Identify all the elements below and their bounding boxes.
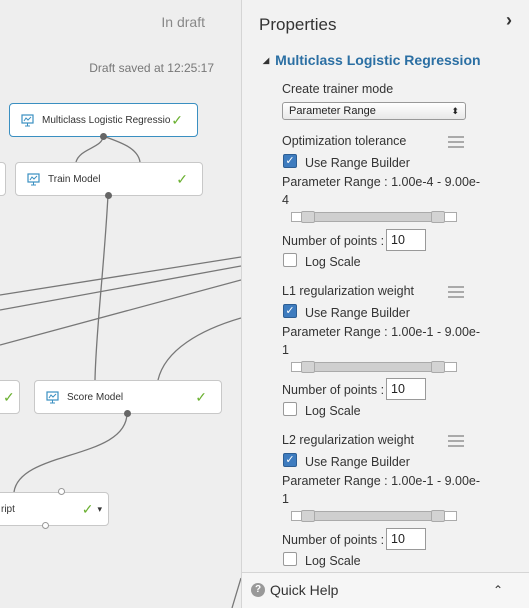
module-icon — [45, 390, 59, 404]
parameter-range-text-cont: 4 — [282, 193, 289, 207]
chevron-up-icon[interactable]: ⌃ — [493, 583, 503, 597]
module-label: Score Model — [67, 391, 124, 403]
question-circle-icon: ? — [251, 583, 265, 597]
slider-min-handle[interactable] — [301, 361, 315, 373]
output-port[interactable] — [42, 522, 49, 529]
status-check-icon: ✓ — [81, 500, 94, 517]
number-of-points-input[interactable]: 10 — [386, 378, 426, 400]
output-port[interactable] — [105, 192, 112, 199]
number-of-points-label: Number of points : — [282, 383, 385, 397]
status-check-icon: ✓ — [3, 388, 15, 405]
hamburger-menu-icon[interactable] — [448, 286, 464, 298]
slider-min-handle[interactable] — [301, 211, 315, 223]
input-port[interactable] — [58, 488, 65, 495]
module-icon — [20, 113, 34, 127]
number-of-points-input[interactable]: 10 — [386, 229, 426, 251]
parameter-range-text-cont: 1 — [282, 343, 289, 357]
slider-min-handle[interactable] — [301, 510, 315, 522]
use-range-builder-label: Use Range Builder — [305, 455, 410, 469]
section-title-l2-regularization: L2 regularization weight — [282, 433, 415, 447]
range-slider[interactable] — [291, 211, 457, 223]
module-partial-left-bottom[interactable]: ✓ — [0, 380, 20, 414]
panel-title: Properties — [259, 15, 337, 34]
log-scale-checkbox[interactable] — [283, 402, 297, 416]
module-train-model[interactable]: Train Model ✓ — [15, 162, 203, 196]
parameter-range-text: Parameter Range : 1.00e-1 - 9.00e- — [282, 474, 481, 488]
draft-saved-timestamp: Draft saved at 12:25:17 — [89, 61, 214, 75]
use-range-builder-checkbox[interactable]: ✓ — [283, 453, 297, 467]
draft-status: In draft — [161, 14, 205, 30]
log-scale-label: Log Scale — [305, 404, 361, 418]
module-partial-left-top[interactable] — [0, 162, 6, 196]
number-of-points-label: Number of points : — [282, 533, 385, 547]
quick-help-bar[interactable]: ? Quick Help ⌃ — [241, 572, 529, 608]
use-range-builder-checkbox[interactable]: ✓ — [283, 154, 297, 168]
output-port[interactable] — [124, 410, 131, 417]
module-score-model[interactable]: Score Model ✓ — [34, 380, 222, 414]
status-check-icon: ✓ — [195, 388, 207, 405]
log-scale-checkbox[interactable] — [283, 253, 297, 267]
parameter-range-text-cont: 1 — [282, 492, 289, 506]
slider-max-handle[interactable] — [431, 211, 445, 223]
module-multiclass-logistic-regression[interactable]: Multiclass Logistic Regression ✓ — [9, 103, 198, 137]
number-of-points-label: Number of points : — [282, 234, 385, 248]
module-label: Multiclass Logistic Regression — [42, 114, 172, 126]
triangle-down-icon: ◢ — [263, 55, 270, 65]
slider-max-handle[interactable] — [431, 510, 445, 522]
number-of-points-input[interactable]: 10 — [386, 528, 426, 550]
properties-panel: Properties › ◢ Multiclass Logistic Regre… — [241, 0, 529, 572]
module-label: ript — [1, 503, 15, 515]
hamburger-menu-icon[interactable] — [448, 136, 464, 148]
status-check-icon: ✓ — [171, 111, 183, 128]
status-check-icon: ✓ — [176, 170, 188, 187]
log-scale-checkbox[interactable] — [283, 552, 297, 566]
module-script[interactable]: ript ✓ ▾ — [0, 492, 109, 526]
module-section-header[interactable]: ◢ Multiclass Logistic Regression — [263, 52, 481, 68]
quick-help-label: Quick Help — [270, 582, 339, 598]
use-range-builder-label: Use Range Builder — [305, 156, 410, 170]
updown-arrows-icon: ⬍ — [451, 106, 459, 116]
log-scale-label: Log Scale — [305, 554, 361, 568]
output-port[interactable] — [100, 133, 107, 140]
use-range-builder-checkbox[interactable]: ✓ — [283, 304, 297, 318]
module-icon — [26, 172, 40, 186]
trainer-mode-value: Parameter Range — [289, 105, 376, 117]
experiment-canvas[interactable]: In draft Draft saved at 12:25:17 Multicl… — [0, 0, 241, 608]
log-scale-label: Log Scale — [305, 255, 361, 269]
slider-max-handle[interactable] — [431, 361, 445, 373]
dropdown-chevron-icon[interactable]: ▾ — [97, 504, 102, 515]
trainer-mode-select[interactable]: Parameter Range ⬍ — [282, 102, 466, 120]
range-slider[interactable] — [291, 510, 457, 522]
trainer-mode-label: Create trainer mode — [282, 82, 394, 96]
section-title-l1-regularization: L1 regularization weight — [282, 284, 415, 298]
parameter-range-text: Parameter Range : 1.00e-1 - 9.00e- — [282, 325, 481, 339]
parameter-range-text: Parameter Range : 1.00e-4 - 9.00e- — [282, 175, 481, 189]
hamburger-menu-icon[interactable] — [448, 435, 464, 447]
range-slider[interactable] — [291, 361, 457, 373]
section-title-optimization-tolerance: Optimization tolerance — [282, 134, 407, 148]
use-range-builder-label: Use Range Builder — [305, 306, 410, 320]
chevron-right-icon[interactable]: › — [506, 10, 512, 31]
module-title: Multiclass Logistic Regression — [275, 52, 481, 68]
module-label: Train Model — [48, 173, 101, 185]
